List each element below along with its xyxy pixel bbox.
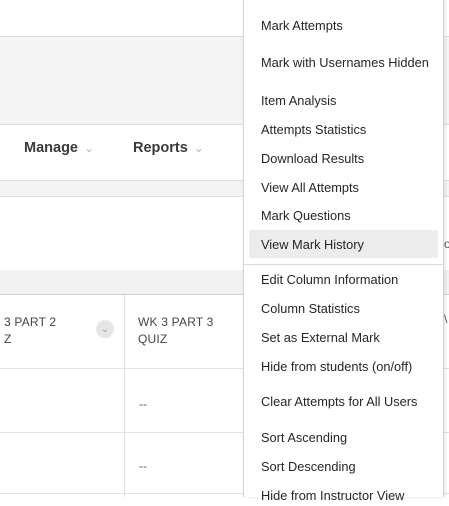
chevron-down-icon: ⌄ [84,141,95,155]
menu-item-set-external-mark[interactable]: Set as External Mark [249,326,438,348]
menu-item-sort-descending[interactable]: Sort Descending [249,455,438,477]
menu-item-hide-from-students[interactable]: Hide from students (on/off) [249,355,438,377]
menu-item-mark-questions[interactable]: Mark Questions [249,204,438,226]
menu-item-clear-attempts[interactable]: Clear Attempts for All Users [249,390,438,412]
reports-menu-button[interactable]: Reports ⌄ [133,140,204,156]
menu-item-attempts-statistics[interactable]: Attempts Statistics [249,118,438,140]
chevron-down-icon: ⌄ [193,141,204,155]
menu-item-mark-attempts[interactable]: Mark Attempts [249,14,438,36]
clipped-text: o [444,237,449,251]
column-header-part3[interactable]: WK 3 PART 3 QUIZ [138,314,238,348]
column-context-menu: Mark Attempts Mark with Usernames Hidden… [243,0,444,503]
manage-label: Manage [24,140,78,156]
menu-item-column-statistics[interactable]: Column Statistics [249,297,438,319]
menu-item-sort-ascending[interactable]: Sort Ascending [249,426,438,448]
column-divider [124,295,125,497]
chevron-down-icon: ⌄ [100,323,110,335]
reports-label: Reports [133,140,188,156]
menu-item-edit-column-information[interactable]: Edit Column Information [249,268,438,290]
menu-item-mark-usernames-hidden[interactable]: Mark with Usernames Hidden [249,42,438,82]
column-header-part2[interactable]: 3 PART 2 Z [4,314,92,348]
grid-cell[interactable]: -- [139,397,147,411]
menu-separator [244,264,443,265]
column-options-button[interactable]: ⌄ [96,320,114,338]
menu-item-view-mark-history[interactable]: View Mark History [249,230,438,258]
menu-item-item-analysis[interactable]: Item Analysis [249,89,438,111]
menu-item-view-all-attempts[interactable]: View All Attempts [249,176,438,198]
clipped-text: \ [444,312,448,326]
menu-item-hide-from-instructor-view[interactable]: Hide from Instructor View [249,484,438,506]
menu-item-download-results[interactable]: Download Results [249,147,438,169]
manage-menu-button[interactable]: Manage ⌄ [24,140,94,156]
grid-cell[interactable]: -- [139,459,147,473]
